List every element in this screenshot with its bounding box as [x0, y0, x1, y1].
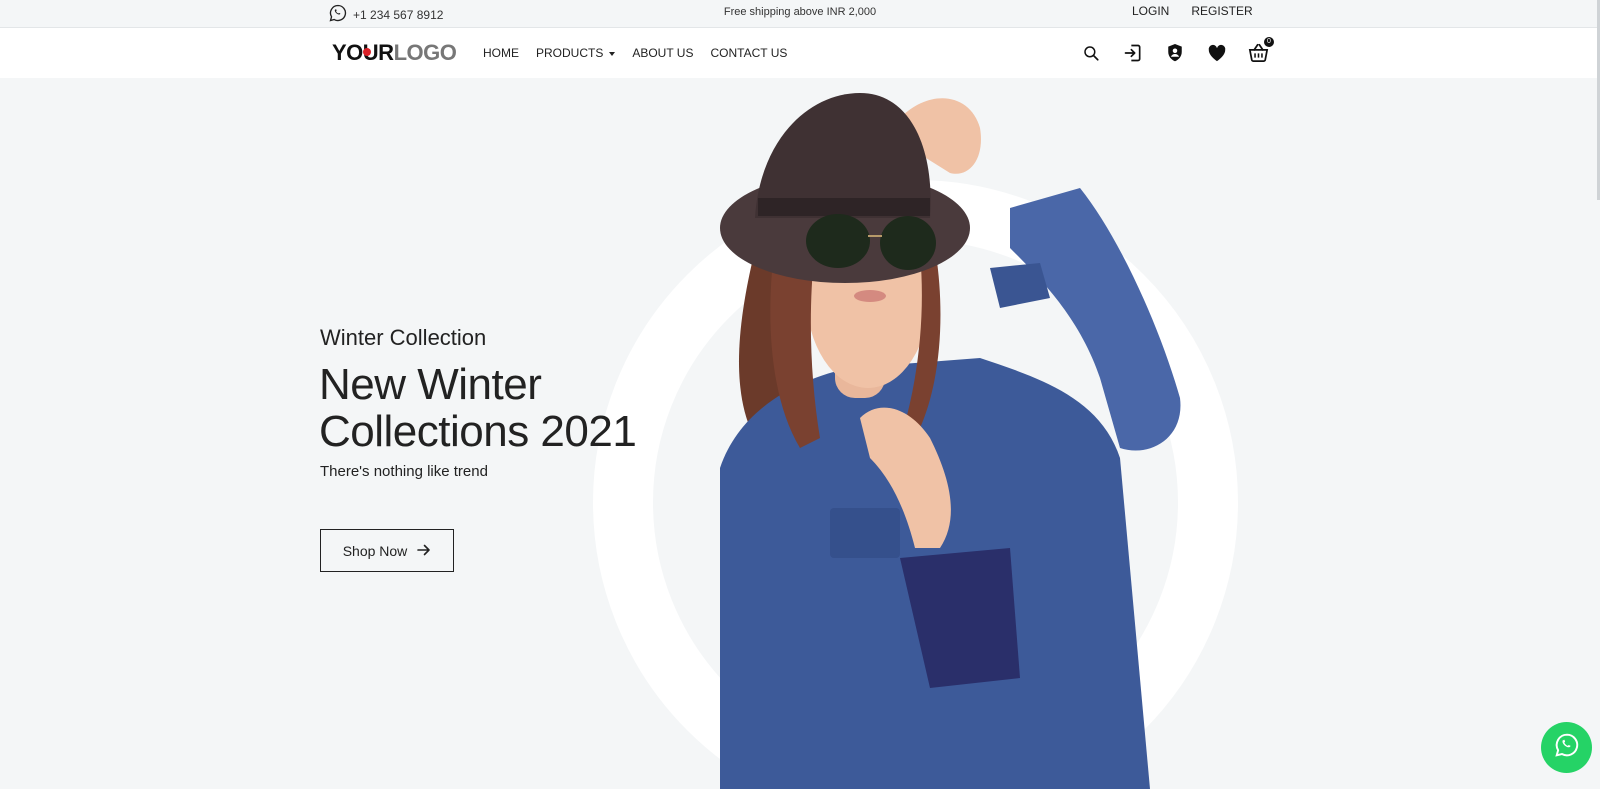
- top-bar: +1 234 567 8912 Free shipping above INR …: [0, 0, 1600, 28]
- site-logo[interactable]: YOUR LOGO: [332, 40, 457, 66]
- nav-products-label: PRODUCTS: [536, 46, 604, 60]
- shipping-notice: Free shipping above INR 2,000: [723, 6, 877, 18]
- hero-model-image: [720, 93, 1181, 789]
- nav-products[interactable]: PRODUCTS: [536, 46, 616, 60]
- basket-icon[interactable]: 0: [1248, 37, 1274, 63]
- hero-tagline: There's nothing like trend: [320, 463, 488, 480]
- main-header: YOUR LOGO HOME PRODUCTS ABOUT US CONTACT…: [0, 28, 1600, 78]
- main-nav: HOME PRODUCTS ABOUT US CONTACT US: [483, 46, 787, 60]
- heart-icon[interactable]: [1206, 42, 1227, 63]
- logo-text-logo: LOGO: [393, 40, 457, 65]
- shop-now-label: Shop Now: [342, 542, 408, 559]
- hero-banner: Winter Collection New Winter Collections…: [0, 78, 1600, 789]
- hero-subtitle: Winter Collection: [320, 325, 487, 350]
- caret-down-icon: [609, 51, 616, 56]
- arrow-right-icon: [417, 543, 431, 559]
- auth-links: LOGIN REGISTER: [1132, 4, 1253, 18]
- logo-dot: [363, 48, 371, 56]
- nav-home[interactable]: HOME: [483, 46, 519, 60]
- cart-count-badge: 0: [1264, 37, 1274, 47]
- nav-contact[interactable]: CONTACT US: [710, 46, 787, 60]
- header-icons: 0: [1080, 37, 1274, 63]
- register-link[interactable]: REGISTER: [1191, 4, 1252, 18]
- account-shield-icon[interactable]: [1164, 42, 1185, 63]
- login-link[interactable]: LOGIN: [1132, 4, 1169, 18]
- whatsapp-chat-button[interactable]: [1541, 722, 1592, 773]
- whatsapp-icon: [1554, 732, 1580, 763]
- search-icon[interactable]: [1080, 42, 1101, 63]
- hero-title: New Winter Collections 2021: [319, 360, 637, 456]
- shop-now-button[interactable]: Shop Now: [320, 529, 454, 572]
- nav-about[interactable]: ABOUT US: [632, 46, 693, 60]
- login-icon[interactable]: [1122, 42, 1143, 63]
